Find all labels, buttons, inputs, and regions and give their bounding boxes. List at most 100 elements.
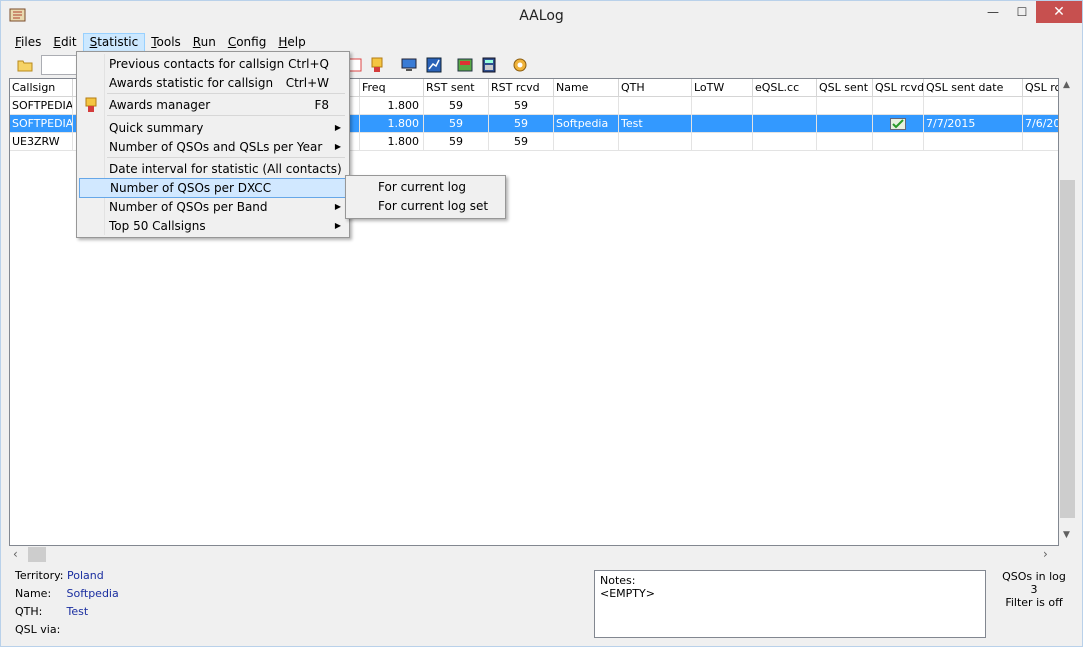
menu-item-label: Awards manager — [109, 98, 211, 112]
cell-lotw — [692, 133, 753, 151]
menu-separator — [107, 93, 345, 94]
maximize-button[interactable]: ☐ — [1008, 1, 1036, 23]
qth-row: QTH: Test — [15, 603, 88, 621]
menu-item-label: Quick summary — [109, 121, 204, 135]
cell-qsl-sent — [817, 97, 873, 115]
col-qsl-rcvd-date[interactable]: QSL rc — [1023, 79, 1058, 97]
cell-qth — [619, 133, 692, 151]
folder-icon[interactable] — [17, 58, 33, 72]
menu-qsos-per-band[interactable]: Number of QSOs per Band ▶ — [79, 197, 347, 217]
cell-rst-rcvd: 59 — [489, 115, 554, 133]
cell-callsign: SOFTPEDIA — [10, 97, 73, 115]
close-button[interactable]: ✕ — [1036, 1, 1082, 23]
horizontal-scrollbar[interactable]: ‹ › — [9, 546, 1059, 563]
submenu-arrow-icon: ▶ — [334, 123, 341, 132]
cell-qth: Test — [619, 115, 692, 133]
vertical-scrollbar[interactable]: ▲ ▼ — [1059, 78, 1076, 546]
chart-icon[interactable] — [426, 57, 442, 73]
menu-run-label: un — [200, 35, 216, 49]
menu-statistic[interactable]: Statistic — [82, 33, 146, 52]
menu-qsos-per-dxcc[interactable]: Number of QSOs per DXCC — [79, 178, 347, 198]
col-qth[interactable]: QTH — [619, 79, 692, 97]
submenu-current-log-set[interactable]: For current log set — [348, 197, 503, 216]
col-qsl-rcvd[interactable]: QSL rcvd — [873, 79, 924, 97]
menu-files[interactable]: Files — [9, 33, 47, 52]
cell-freq: 1.800 — [360, 97, 424, 115]
territory-label: Territory: — [15, 569, 64, 582]
qth-value: Test — [66, 605, 89, 618]
app-window: AALog — ☐ ✕ Files Edit Statistic Tools R… — [0, 0, 1083, 647]
menu-top-50-callsigns[interactable]: Top 50 Callsigns ▶ — [79, 216, 347, 236]
menu-help[interactable]: Help — [272, 33, 311, 52]
menu-qsos-qsls-per-year[interactable]: Number of QSOs and QSLs per Year ▶ — [79, 137, 347, 157]
menu-config-accel: C — [227, 35, 237, 49]
menu-item-label: Date interval for statistic (All contact… — [109, 162, 342, 176]
cell-name — [554, 133, 619, 151]
calculator-icon[interactable] — [481, 57, 497, 73]
cell-qsl-rcvd — [873, 97, 924, 115]
menu-edit-accel: E — [53, 35, 61, 49]
col-qsl-sent[interactable]: QSL sent — [817, 79, 873, 97]
menu-previous-contacts[interactable]: Previous contacts for callsign Ctrl+Q — [79, 54, 347, 74]
settings-gear-icon[interactable] — [512, 57, 528, 73]
menu-tools[interactable]: Tools — [145, 33, 187, 52]
cell-qsl-rcvd — [873, 115, 924, 133]
cell-qsl-sent-date — [924, 133, 1023, 151]
qslvia-label: QSL via: — [15, 623, 61, 636]
menu-bar: Files Edit Statistic Tools Run Config He… — [9, 33, 312, 53]
cell-eqsl — [753, 97, 817, 115]
cell-qsl-rcvd-date: 7/6/20 — [1023, 115, 1058, 133]
notes-box[interactable]: Notes: <EMPTY> — [594, 570, 986, 638]
scroll-right-icon[interactable]: › — [1043, 546, 1048, 563]
notes-value: <EMPTY> — [600, 587, 655, 600]
col-callsign[interactable]: Callsign — [10, 79, 73, 97]
submenu-current-log[interactable]: For current log — [348, 178, 503, 197]
territory-row: Territory: Poland — [15, 567, 104, 585]
cell-qsl-sent — [817, 133, 873, 151]
col-qsl-sent-date[interactable]: QSL sent date — [924, 79, 1023, 97]
cell-name — [554, 97, 619, 115]
menu-item-label: Awards statistic for callsign — [109, 76, 274, 90]
name-label: Name: — [15, 587, 52, 600]
menu-edit-label: dit — [60, 35, 77, 49]
menu-config-label: onfig — [236, 35, 267, 49]
menu-item-label: Previous contacts for callsign — [109, 57, 285, 71]
menu-item-shortcut: Ctrl+Q — [288, 57, 329, 71]
menu-tools-label: ools — [156, 35, 181, 49]
cell-eqsl — [753, 133, 817, 151]
menu-edit[interactable]: Edit — [47, 33, 82, 52]
scroll-down-icon[interactable]: ▼ — [1063, 530, 1070, 540]
cell-callsign: SOFTPEDIAT — [10, 115, 73, 133]
menu-awards-manager[interactable]: Awards manager F8 — [79, 95, 347, 115]
log-status: QSOs in log 3 Filter is off — [994, 570, 1074, 609]
image-icon[interactable] — [457, 57, 473, 73]
menu-date-interval[interactable]: Date interval for statistic (All contact… — [79, 159, 347, 179]
col-freq[interactable]: Freq — [360, 79, 424, 97]
filter-status: Filter is off — [1005, 596, 1063, 609]
scroll-left-icon[interactable]: ‹ — [13, 546, 18, 563]
col-lotw[interactable]: LoTW — [692, 79, 753, 97]
col-rst-sent[interactable]: RST sent — [424, 79, 489, 97]
menu-run[interactable]: Run — [187, 33, 222, 52]
awards-icon[interactable] — [369, 57, 385, 73]
statistic-menu: Previous contacts for callsign Ctrl+Q Aw… — [76, 51, 350, 238]
col-rst-rcvd[interactable]: RST rcvd — [489, 79, 554, 97]
window-title: AALog — [519, 8, 564, 24]
menu-awards-statistic[interactable]: Awards statistic for callsign Ctrl+W — [79, 73, 347, 93]
minimize-button[interactable]: — — [979, 1, 1007, 23]
monitor-icon[interactable] — [401, 57, 417, 73]
col-name[interactable]: Name — [554, 79, 619, 97]
horizontal-scroll-thumb[interactable] — [28, 547, 46, 562]
menu-config[interactable]: Config — [222, 33, 273, 52]
cell-qth — [619, 97, 692, 115]
menu-files-label: iles — [21, 35, 42, 49]
menu-item-shortcut: F8 — [314, 98, 329, 112]
cell-eqsl — [753, 115, 817, 133]
scroll-up-icon[interactable]: ▲ — [1063, 80, 1070, 90]
dxcc-submenu: For current log For current log set — [345, 175, 506, 219]
menu-quick-summary[interactable]: Quick summary ▶ — [79, 118, 347, 138]
col-eqsl[interactable]: eQSL.cc — [753, 79, 817, 97]
vertical-scroll-thumb[interactable] — [1060, 180, 1075, 518]
cell-qsl-sent — [817, 115, 873, 133]
title-bar[interactable]: AALog — ☐ ✕ — [1, 1, 1082, 31]
